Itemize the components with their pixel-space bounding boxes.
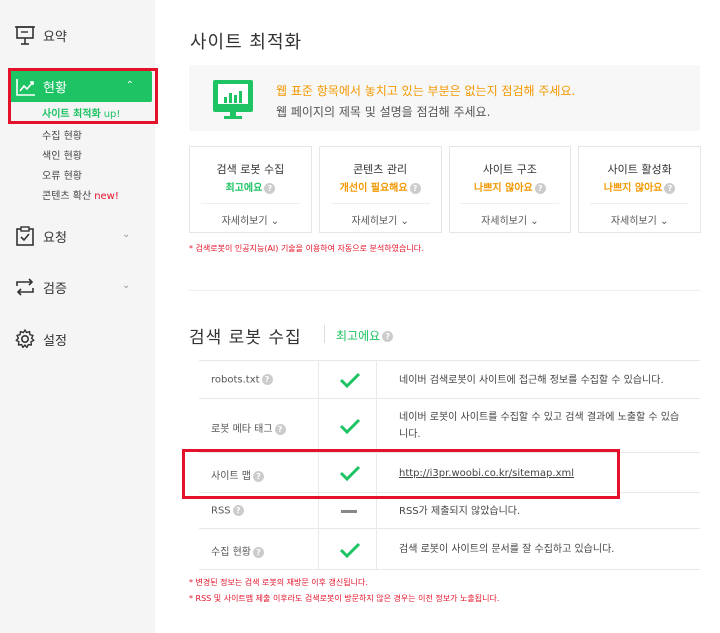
monitor-chart-icon <box>213 80 253 119</box>
row-desc: RSS가 제출되지 않았습니다. <box>399 506 521 517</box>
row-label: RSS? <box>211 505 244 517</box>
section-status: 최고에요? <box>336 327 394 344</box>
new-badge: new! <box>94 191 119 202</box>
footnote: * RSS 및 사이트맵 제출 이후라도 검색로봇이 방문하지 않은 경우는 이… <box>189 594 500 603</box>
gear-icon <box>14 328 36 350</box>
help-icon[interactable]: ? <box>274 423 286 435</box>
nav-request-label: 요청 <box>43 230 67 246</box>
ai-analysis-note: * 검색로봇이 인공지능(AI) 기술을 이용하여 자동으로 분석하였습니다. <box>189 244 424 253</box>
chevron-down-icon: ⌄ <box>400 216 409 227</box>
banner-message-primary: 웹 표준 항목에서 놓치고 있는 부분은 없는지 점검해 주세요. <box>276 84 576 98</box>
banner-message-secondary: 웹 페이지의 제목 및 설명을 점검해 주세요. <box>276 105 491 119</box>
row-label-text: 수집 현황 <box>211 547 251 558</box>
dash-icon <box>341 510 357 513</box>
nav-settings-label: 설정 <box>43 333 67 349</box>
card-crawl: 검색 로봇 수집 최고에요? 자세히보기 ⌄ <box>189 146 312 233</box>
divider <box>189 290 701 291</box>
nav-request[interactable]: 요청 ⌄ <box>14 225 130 247</box>
sidebar-item-label: 콘텐츠 확산 <box>42 191 92 202</box>
highlight-box-sitemap <box>182 449 620 499</box>
row-desc: 네이버 검색로봇이 사이트에 접근해 정보를 수집할 수 있습니다. <box>399 375 664 386</box>
sidebar-item-label: 수집 현황 <box>42 131 82 142</box>
card-title: 콘텐츠 관리 <box>353 163 408 176</box>
score-cards: 검색 로봇 수집 최고에요? 자세히보기 ⌄ 콘텐츠 관리 개선이 필요해요? … <box>189 146 701 233</box>
table-row: 수집 현황? 검색 로봇이 사이트의 문서를 잘 수집하고 있습니다. <box>199 528 700 570</box>
card-status: 나쁘지 않아요? <box>450 179 571 194</box>
card-structure: 사이트 구조 나쁘지 않아요? 자세히보기 ⌄ <box>448 146 572 233</box>
help-icon[interactable]: ? <box>409 182 421 194</box>
swap-arrows-icon <box>14 276 36 298</box>
more-label: 자세히보기 <box>351 216 398 227</box>
card-more-link[interactable]: 자세히보기 ⌄ <box>450 212 571 227</box>
card-content: 콘텐츠 관리 개선이 필요해요? 자세히보기 ⌄ <box>318 146 442 233</box>
help-icon[interactable]: ? <box>232 505 244 516</box>
help-icon[interactable]: ? <box>382 331 394 342</box>
row-label-text: 로봇 메타 태그 <box>211 424 273 435</box>
nav-verify-label: 검증 <box>43 281 67 297</box>
card-status: 나쁘지 않아요? <box>579 179 700 194</box>
card-status-text: 나쁘지 않아요 <box>603 183 663 194</box>
highlight-box-sidebar <box>8 68 158 124</box>
nav-summary[interactable]: 요약 <box>14 24 67 46</box>
page-title: 사이트 최적화 <box>190 32 303 53</box>
chevron-down-icon: ⌄ <box>660 216 669 227</box>
footnote: * 변경된 정보는 검색 로봇의 재방문 이후 갱신됩니다. <box>189 578 368 587</box>
chevron-down-icon[interactable]: ⌄ <box>122 229 130 240</box>
card-status: 최고에요? <box>190 179 311 194</box>
card-more-link[interactable]: 자세히보기 ⌄ <box>579 212 700 227</box>
sidebar-item-crawl-status[interactable]: 수집 현황 <box>42 127 82 142</box>
help-icon[interactable]: ? <box>261 374 273 385</box>
sidebar-item-label: 색인 현황 <box>42 151 82 162</box>
sidebar-item-index-status[interactable]: 색인 현황 <box>42 147 82 162</box>
row-label: robots.txt? <box>211 374 273 386</box>
card-title: 사이트 활성화 <box>607 163 672 176</box>
card-status-text: 최고에요 <box>225 183 263 194</box>
info-banner: 웹 표준 항목에서 놓치고 있는 부분은 없는지 점검해 주세요. 웹 페이지의… <box>189 65 700 131</box>
section-status-text: 최고에요 <box>336 329 381 343</box>
card-title: 사이트 구조 <box>482 163 537 176</box>
divider <box>324 325 325 343</box>
check-icon <box>339 418 361 434</box>
nav-summary-label: 요약 <box>43 29 67 45</box>
row-label-text: RSS <box>211 505 231 517</box>
sidebar-item-content-spread[interactable]: 콘텐츠 확산 new! <box>42 187 119 202</box>
more-label: 자세히보기 <box>610 216 657 227</box>
card-more-link[interactable]: 자세히보기 ⌄ <box>320 212 441 227</box>
table-row: robots.txt? 네이버 검색로봇이 사이트에 접근해 정보를 수집할 수… <box>199 360 700 398</box>
sidebar-item-error-status[interactable]: 오류 현황 <box>42 167 82 182</box>
row-label: 로봇 메타 태그? <box>211 420 286 435</box>
presentation-board-icon <box>14 24 36 46</box>
nav-verify[interactable]: 검증 ⌄ <box>14 276 130 298</box>
card-title: 검색 로봇 수집 <box>216 163 285 176</box>
row-desc: 검색 로봇이 사이트의 문서를 잘 수집하고 있습니다. <box>399 544 615 555</box>
clipboard-check-icon <box>14 225 36 247</box>
row-desc: 네이버 로봇이 사이트를 수집할 수 있고 검색 결과에 노출할 수 있습니다. <box>399 412 680 440</box>
more-label: 자세히보기 <box>481 216 528 227</box>
row-label-text: robots.txt <box>211 374 260 386</box>
card-status: 개선이 필요해요? <box>320 179 441 194</box>
check-icon <box>339 372 361 388</box>
more-label: 자세히보기 <box>221 216 268 227</box>
sidebar-item-label: 오류 현황 <box>42 171 82 182</box>
table-row: 로봇 메타 태그? 네이버 로봇이 사이트를 수집할 수 있고 검색 결과에 노… <box>199 398 700 452</box>
chevron-down-icon: ⌄ <box>270 216 280 227</box>
card-status-text: 나쁘지 않아요 <box>474 183 533 194</box>
row-label: 수집 현황? <box>211 543 264 558</box>
card-status-text: 개선이 필요해요 <box>339 183 408 194</box>
check-icon <box>339 542 361 558</box>
help-icon[interactable]: ? <box>664 182 676 194</box>
help-icon[interactable]: ? <box>252 546 264 558</box>
help-icon[interactable]: ? <box>264 182 276 194</box>
help-icon[interactable]: ? <box>534 182 546 194</box>
section-title: 검색 로봇 수집 <box>189 328 302 348</box>
chevron-down-icon: ⌄ <box>530 216 539 227</box>
chevron-down-icon[interactable]: ⌄ <box>122 280 130 291</box>
sidebar: 요약 현황 ⌃ 사이트 최적화 up! 수집 현황 색인 현황 오류 현황 콘텐츠… <box>0 0 158 633</box>
nav-settings[interactable]: 설정 <box>14 328 67 350</box>
card-more-link[interactable]: 자세히보기 ⌄ <box>190 212 311 227</box>
card-activation: 사이트 활성화 나쁘지 않아요? 자세히보기 ⌄ <box>578 146 701 233</box>
